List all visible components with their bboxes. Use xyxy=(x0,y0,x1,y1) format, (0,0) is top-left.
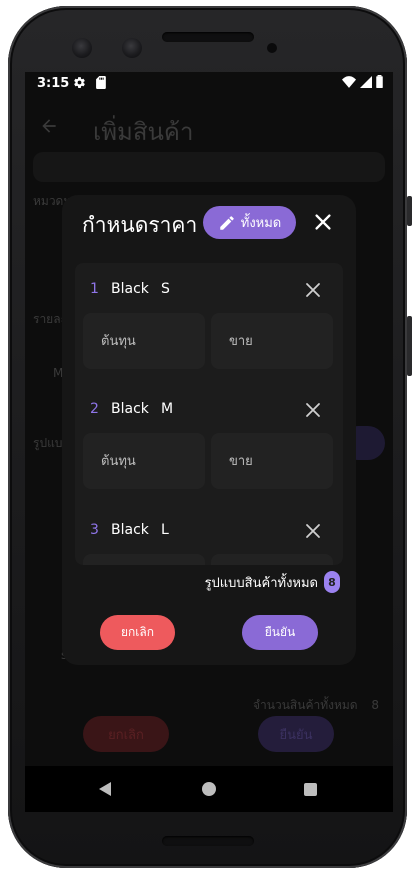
sd-card-icon xyxy=(96,76,106,89)
volume-button xyxy=(407,196,412,226)
nav-back-icon[interactable] xyxy=(97,781,113,797)
back-arrow-icon[interactable] xyxy=(39,116,59,136)
variant-index: 2 xyxy=(90,401,99,417)
background-total-label: จำนวนสินค้าทั้งหมด xyxy=(253,698,358,712)
status-time: 3:15 xyxy=(37,76,70,91)
camera-icon xyxy=(122,38,142,58)
sell-price-input[interactable] xyxy=(211,313,333,369)
speaker-grille xyxy=(162,32,254,42)
speaker-grille-bottom xyxy=(162,836,254,846)
variant-index: 3 xyxy=(90,522,99,538)
variant-index: 1 xyxy=(90,281,99,297)
cost-input[interactable] xyxy=(83,554,205,565)
status-icons-left xyxy=(73,76,107,91)
variant-size: S xyxy=(161,281,170,297)
cost-input[interactable] xyxy=(83,433,205,489)
power-button xyxy=(407,316,412,376)
sell-price-input[interactable] xyxy=(211,433,333,489)
variant-list[interactable]: 1 Black S 2 Black M 3 xyxy=(75,263,343,565)
nav-recents-icon[interactable] xyxy=(304,783,317,796)
phone-top xyxy=(0,0,415,80)
total-variants: รูปแบบสินค้าทั้งหมด 8 xyxy=(205,571,340,593)
pencil-icon xyxy=(220,215,234,230)
signal-icon xyxy=(360,75,372,88)
cost-input[interactable] xyxy=(83,313,205,369)
remove-variant-icon[interactable] xyxy=(304,281,322,299)
remove-variant-icon[interactable] xyxy=(304,522,322,540)
gear-icon xyxy=(74,77,85,88)
variant-row: 3 Black L xyxy=(75,504,343,565)
camera-icon xyxy=(72,38,92,58)
close-icon[interactable] xyxy=(312,211,334,233)
variant-color: Black xyxy=(111,401,149,417)
status-bar: 3:15 xyxy=(25,72,393,96)
background-cancel-button[interactable]: ยกเลิก xyxy=(83,716,169,752)
wifi-icon xyxy=(342,75,356,88)
variant-color: Black xyxy=(111,522,149,538)
cancel-button[interactable]: ยกเลิก xyxy=(100,615,175,650)
background-page-title: เพิ่มสินค้า xyxy=(93,118,194,146)
sell-price-input[interactable] xyxy=(211,554,333,565)
variant-size: M xyxy=(161,401,174,417)
background-app-bar: เพิ่มสินค้า xyxy=(25,96,393,156)
price-dialog: กำหนดราคา ทั้งหมด 1 Black S 2 xyxy=(62,195,356,665)
edit-all-button[interactable]: ทั้งหมด xyxy=(203,206,296,239)
background-confirm-button[interactable]: ยืนยัน xyxy=(258,716,334,752)
screen: 3:15 เพิ่มสินค้า M รูปแบบ จำนวนสินค้าทั้… xyxy=(25,72,393,812)
battery-icon xyxy=(376,75,383,88)
dialog-title: กำหนดราคา xyxy=(82,213,198,237)
background-card xyxy=(33,152,385,182)
navigation-bar xyxy=(25,766,393,812)
total-variants-badge: 8 xyxy=(324,571,340,593)
nav-home-icon[interactable] xyxy=(202,782,216,796)
background-total: จำนวนสินค้าทั้งหมด 8 xyxy=(253,696,379,715)
variant-row: 1 Black S xyxy=(75,263,343,373)
total-variants-label: รูปแบบสินค้าทั้งหมด xyxy=(204,575,318,591)
remove-variant-icon[interactable] xyxy=(304,401,322,419)
confirm-button[interactable]: ยืนยัน xyxy=(242,615,318,650)
variant-size: L xyxy=(161,522,169,538)
background-total-value: 8 xyxy=(371,698,380,712)
proximity-sensor xyxy=(267,43,277,53)
status-icons-right xyxy=(342,75,383,88)
variant-color: Black xyxy=(111,281,149,297)
edit-all-label: ทั้งหมด xyxy=(240,216,282,231)
variant-row: 2 Black M xyxy=(75,383,343,493)
